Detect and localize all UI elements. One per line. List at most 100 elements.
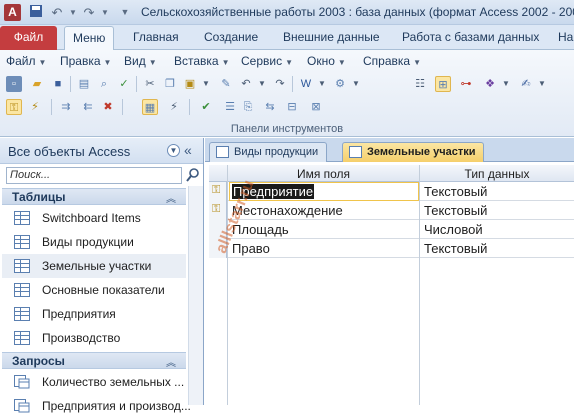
new-object-dropdown-icon[interactable]: ▼ (498, 76, 514, 92)
delete-rows-icon[interactable]: ⇇ (80, 99, 96, 115)
search-icon[interactable] (186, 167, 200, 183)
chevron-down-icon: ▼ (285, 58, 294, 67)
data-type-cell[interactable]: Текстовый (424, 203, 487, 218)
lightning-build-icon[interactable]: ⚡ (27, 99, 43, 115)
query-icon (14, 399, 30, 413)
new-object-icon[interactable]: ❖ (482, 76, 498, 92)
nav-item-label: Земельные участки (42, 259, 152, 273)
collapse-section-icon[interactable]: ︽ (166, 190, 176, 205)
menu-window[interactable]: Окно ▼ (307, 54, 346, 68)
undo-toolbar-icon[interactable]: ↶ (238, 76, 254, 92)
collapse-section-icon[interactable]: ︽ (166, 354, 176, 369)
tab-more[interactable]: На (558, 30, 573, 44)
section-tables[interactable]: Таблицы ︽ (2, 188, 186, 205)
table-row[interactable]: ⚿ Предприятие Текстовый (209, 182, 574, 201)
redo-toolbar-icon[interactable]: ↷ (272, 76, 288, 92)
nav-item-switchboard-items[interactable]: Switchboard Items (2, 206, 186, 230)
collapse-pane-icon[interactable]: « (184, 142, 192, 158)
doc-tab-zemelnye-uchastki[interactable]: Земельные участки (342, 142, 485, 162)
tab-home[interactable]: Главная (133, 30, 179, 44)
tab-create[interactable]: Создание (204, 30, 258, 44)
nav-menu-chevron-icon[interactable]: ▼ (167, 144, 180, 157)
save-icon[interactable] (27, 4, 45, 21)
toolbar-separator (189, 99, 190, 115)
property-sheet-icon[interactable]: ▦ (142, 99, 158, 115)
data-type-cell[interactable]: Текстовый (424, 184, 487, 199)
tab-database-tools[interactable]: Работа с базами данных (402, 30, 539, 44)
nav-scrollbar[interactable] (188, 186, 203, 405)
redo-dropdown-icon[interactable]: ▼ (96, 4, 114, 21)
menu-view[interactable]: Вид ▼ (124, 54, 157, 68)
menu-tools[interactable]: Сервис ▼ (241, 54, 293, 68)
table-row[interactable]: Площадь Числовой (209, 220, 574, 239)
chevron-down-icon: ▼ (413, 58, 421, 67)
copy-icon[interactable]: ❐ (162, 76, 178, 92)
grid-column-divider (419, 165, 420, 405)
indexes-icon[interactable]: ⚡ (166, 99, 182, 115)
cut-icon[interactable]: ✂ (142, 76, 158, 92)
table-row[interactable]: Право Текстовый (209, 239, 574, 258)
toolbar-group-label: Панели инструментов (230, 123, 344, 135)
nav-item-query-2[interactable]: Предприятия и производ... (2, 394, 191, 418)
builder-icon[interactable]: ⇆ (262, 99, 278, 115)
office-links-icon[interactable]: W (298, 76, 314, 92)
toolbar-options-icon[interactable]: ✍ (518, 76, 534, 92)
spell-check-icon[interactable]: ✓ (116, 76, 132, 92)
print-preview-icon[interactable]: ⌕ (96, 76, 112, 92)
primary-key-icon[interactable]: ⚿ (6, 99, 22, 115)
paste-dropdown-icon[interactable]: ▼ (198, 76, 214, 92)
object-dependencies-icon[interactable]: ⊠ (308, 99, 324, 115)
nav-header[interactable]: Все объекты Access ▼ « (0, 138, 203, 164)
nav-item-osnovnye-pokazateli[interactable]: Основные показатели (2, 278, 186, 302)
customize-qat-icon[interactable]: ▼ (116, 4, 134, 21)
row-selector[interactable]: ⚿ (209, 201, 227, 220)
tab-external-data[interactable]: Внешние данные (283, 30, 380, 44)
doc-tab-vidy-produktsii[interactable]: Виды продукции (209, 142, 328, 162)
relationship-view-icon[interactable]: ⊟ (284, 99, 300, 115)
paste-icon[interactable]: ▣ (182, 76, 198, 92)
undo-toolbar-dropdown-icon[interactable]: ▼ (254, 76, 270, 92)
analyze-icon[interactable]: ⚙ (332, 76, 348, 92)
office-links-dropdown-icon[interactable]: ▼ (314, 76, 330, 92)
tab-menu[interactable]: Меню (64, 26, 115, 51)
open-folder-icon[interactable]: ▰ (29, 76, 45, 92)
insert-rows-icon[interactable]: ⇉ (58, 99, 74, 115)
format-painter-icon[interactable]: ✎ (218, 76, 234, 92)
menu-edit[interactable]: Правка ▼ (60, 54, 111, 68)
menu-help[interactable]: Справка ▼ (363, 54, 421, 68)
document-tab-bar: Виды продукции Земельные участки (205, 138, 574, 162)
save-toolbar-icon[interactable]: ■ (50, 76, 66, 92)
data-type-cell[interactable]: Текстовый (424, 241, 487, 256)
new-document-icon[interactable]: ▫ (6, 76, 22, 92)
menu-insert[interactable]: Вставка ▼ (174, 54, 230, 68)
field-name-cell[interactable]: Право (232, 241, 270, 256)
properties-icon[interactable]: ☷ (412, 76, 428, 92)
data-type-cell[interactable]: Числовой (424, 222, 483, 237)
validate-icon[interactable]: ✔ (198, 99, 214, 115)
nav-search-input[interactable]: Поиск... (6, 167, 182, 184)
nav-title[interactable]: Все объекты Access (8, 144, 130, 159)
toolbar-options-dropdown-icon[interactable]: ▼ (534, 76, 550, 92)
table-icon (14, 235, 30, 249)
column-header-field-name[interactable]: Имя поля (228, 167, 419, 181)
relationships-icon[interactable]: ⊶ (458, 76, 474, 92)
tab-file[interactable]: Файл (0, 26, 57, 50)
delete-icon[interactable]: ✖ (100, 99, 116, 115)
column-header-data-type[interactable]: Тип данных (420, 167, 574, 181)
analyze-dropdown-icon[interactable]: ▼ (348, 76, 364, 92)
menu-file[interactable]: Файл ▼ (6, 54, 46, 68)
section-queries[interactable]: Запросы ︽ (2, 352, 186, 369)
table-row[interactable]: ⚿ Местонахождение Текстовый (209, 201, 574, 220)
design-view-icon[interactable]: ⊞ (435, 76, 451, 92)
print-icon[interactable]: ▤ (76, 76, 92, 92)
nav-item-query-1[interactable]: Количество земельных ... (2, 370, 186, 394)
nav-item-proizvodstvo[interactable]: Производство (2, 326, 186, 350)
lookup-icon[interactable]: ⎘ (240, 99, 256, 115)
row-selector[interactable]: ⚿ (209, 182, 227, 201)
grid-header-row: Имя поля Тип данных (209, 165, 574, 182)
access-app-icon[interactable]: A (4, 4, 21, 21)
nav-item-zemelnye-uchastki[interactable]: Земельные участки (2, 254, 186, 278)
nav-item-predpriyatiya[interactable]: Предприятия (2, 302, 186, 326)
test-rules-icon[interactable]: ☰ (222, 99, 238, 115)
nav-item-vidy-produktsii[interactable]: Виды продукции (2, 230, 186, 254)
